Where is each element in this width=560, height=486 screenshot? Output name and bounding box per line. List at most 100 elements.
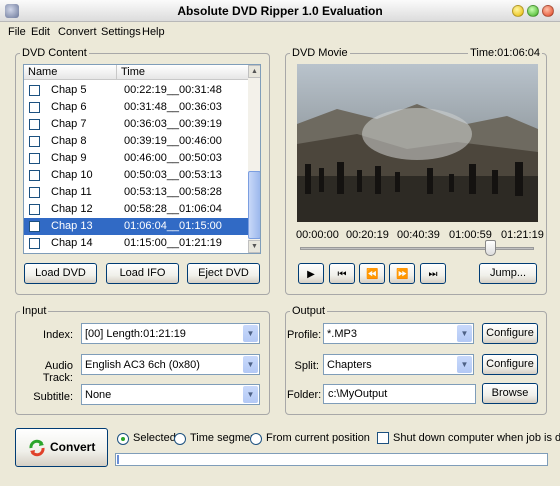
scroll-up-icon[interactable]: ▲ <box>248 65 260 78</box>
column-header-name[interactable]: Name <box>24 65 117 80</box>
chapter-name: Chap 12 <box>51 203 93 215</box>
chapter-row[interactable]: ✓ Chap 13 01:06:04__01:15:00 <box>24 218 250 235</box>
menu-file[interactable]: File <box>8 26 26 38</box>
play-icon: ▶ <box>307 269 315 280</box>
profile-label: Profile: <box>287 329 322 341</box>
radio-time-segment[interactable] <box>174 433 186 445</box>
chapter-name: Chap 10 <box>51 169 93 181</box>
chapter-time: 00:46:00__00:50:03 <box>124 152 222 164</box>
menu-help[interactable]: Help <box>142 26 165 38</box>
column-header-time[interactable]: Time <box>117 65 250 80</box>
profile-configure-button[interactable]: Configure <box>482 323 538 344</box>
radio-current-position-label[interactable]: From current position <box>266 432 370 444</box>
jump-button[interactable]: Jump... <box>479 263 537 284</box>
load-ifo-button[interactable]: Load IFO <box>106 263 179 284</box>
shutdown-checkbox[interactable] <box>377 432 389 444</box>
chapter-checkbox[interactable] <box>29 170 40 181</box>
skip-to-end-icon: ⏭ <box>428 269 438 280</box>
index-label: Index: <box>43 329 73 341</box>
video-frame-image <box>297 64 538 222</box>
chevron-down-icon[interactable]: ▼ <box>243 356 258 373</box>
chapter-checkbox[interactable] <box>29 119 40 130</box>
chapter-row[interactable]: Chap 6 00:31:48__00:36:03 <box>24 99 250 116</box>
load-dvd-button[interactable]: Load DVD <box>24 263 97 284</box>
subtitle-label: Subtitle: <box>33 391 73 403</box>
chevron-down-icon[interactable]: ▼ <box>243 386 258 403</box>
play-button[interactable]: ▶ <box>298 263 324 284</box>
chapter-checkbox[interactable] <box>29 204 40 215</box>
menu-settings[interactable]: Settings <box>101 26 141 38</box>
index-select[interactable]: [00] Length:01:21:19 ▼ <box>81 323 260 344</box>
chapter-checkbox[interactable] <box>29 187 40 198</box>
convert-label: Convert <box>50 440 96 454</box>
chapter-name: Chap 13 <box>51 220 93 232</box>
chapter-row[interactable]: Chap 11 00:53:13__00:58:28 <box>24 184 250 201</box>
chapter-checkbox[interactable] <box>29 238 40 249</box>
minimize-icon[interactable] <box>512 5 524 17</box>
timeline-label-0: 00:00:00 <box>296 229 339 241</box>
progress-bar <box>115 453 548 466</box>
split-select[interactable]: Chapters ▼ <box>323 354 474 375</box>
chapter-name: Chap 6 <box>51 101 87 113</box>
chevron-down-icon[interactable]: ▼ <box>457 325 472 342</box>
chapter-list[interactable]: Name Time Chap 5 00:22:19__00:31:48 Chap 6… <box>23 64 261 254</box>
chapter-row[interactable]: Chap 5 00:22:19__00:31:48 <box>24 82 250 99</box>
convert-button[interactable]: Convert <box>15 428 108 467</box>
chapter-row[interactable]: Chap 7 00:36:03__00:39:19 <box>24 116 250 133</box>
radio-time-segment-label[interactable]: Time segment <box>190 432 259 444</box>
close-icon[interactable] <box>542 5 554 17</box>
timeline-label-2: 00:40:39 <box>397 229 440 241</box>
chapter-row[interactable]: Chap 12 00:58:28__01:06:04 <box>24 201 250 218</box>
radio-selected[interactable] <box>117 433 129 445</box>
chapter-name: Chap 11 <box>51 186 92 198</box>
chapter-name: Chap 9 <box>51 152 87 164</box>
timeline-slider-thumb[interactable] <box>485 240 496 256</box>
chapter-checkbox[interactable] <box>29 102 40 113</box>
menu-edit[interactable]: Edit <box>31 26 50 38</box>
audio-track-select[interactable]: English AC3 6ch (0x80) ▼ <box>81 354 260 375</box>
forward-button[interactable]: ⏩ <box>389 263 415 284</box>
rewind-button[interactable]: ⏪ <box>359 263 385 284</box>
timeline-label-1: 00:20:19 <box>346 229 389 241</box>
shutdown-label[interactable]: Shut down computer when job is done <box>393 432 560 444</box>
chapter-checkbox[interactable] <box>29 85 40 96</box>
browse-button[interactable]: Browse <box>482 383 538 404</box>
menu-convert[interactable]: Convert <box>58 26 97 38</box>
split-configure-button[interactable]: Configure <box>482 354 538 375</box>
first-chapter-button[interactable]: ⏮ <box>329 263 355 284</box>
chapter-time: 00:50:03__00:53:13 <box>124 169 222 181</box>
timeline-slider-track[interactable] <box>300 247 534 250</box>
chapter-time: 00:31:48__00:36:03 <box>124 101 222 113</box>
scroll-thumb[interactable] <box>248 171 260 239</box>
radio-selected-label[interactable]: Selected <box>133 432 176 444</box>
chevron-down-icon[interactable]: ▼ <box>243 325 258 342</box>
title-bar: Absolute DVD Ripper 1.0 Evaluation <box>0 0 560 22</box>
chapter-time: 00:39:19__00:46:00 <box>124 135 222 147</box>
subtitle-select[interactable]: None ▼ <box>81 384 260 405</box>
chapter-time: 01:15:00__01:21:19 <box>124 237 222 249</box>
chapter-row[interactable]: Chap 9 00:46:00__00:50:03 <box>24 150 250 167</box>
video-preview[interactable] <box>297 64 538 222</box>
maximize-icon[interactable] <box>527 5 539 17</box>
chapter-checkbox[interactable]: ✓ <box>29 221 40 232</box>
last-chapter-button[interactable]: ⏭ <box>420 263 446 284</box>
split-label: Split: <box>294 360 319 372</box>
chapter-row[interactable]: Chap 8 00:39:19__00:46:00 <box>24 133 250 150</box>
chapter-time: 01:06:04__01:15:00 <box>124 220 222 232</box>
chapter-checkbox[interactable] <box>29 153 40 164</box>
profile-select[interactable]: *.MP3 ▼ <box>323 323 474 344</box>
folder-input[interactable]: c:\MyOutput <box>323 384 476 404</box>
split-value: Chapters <box>327 359 372 371</box>
chapter-row[interactable]: Chap 10 00:50:03__00:53:13 <box>24 167 250 184</box>
chapter-checkbox[interactable] <box>29 136 40 147</box>
dvd-content-label: DVD Content <box>20 47 89 59</box>
chevron-down-icon[interactable]: ▼ <box>457 356 472 373</box>
folder-label: Folder: <box>287 389 322 401</box>
chapter-list-scrollbar[interactable]: ▲ ▼ <box>248 65 260 253</box>
eject-dvd-button[interactable]: Eject DVD <box>187 263 260 284</box>
chapter-time: 00:36:03__00:39:19 <box>124 118 222 130</box>
chapter-name: Chap 5 <box>51 84 87 96</box>
radio-current-position[interactable] <box>250 433 262 445</box>
scroll-down-icon[interactable]: ▼ <box>248 240 260 253</box>
chapter-row[interactable]: Chap 14 01:15:00__01:21:19 <box>24 235 250 252</box>
